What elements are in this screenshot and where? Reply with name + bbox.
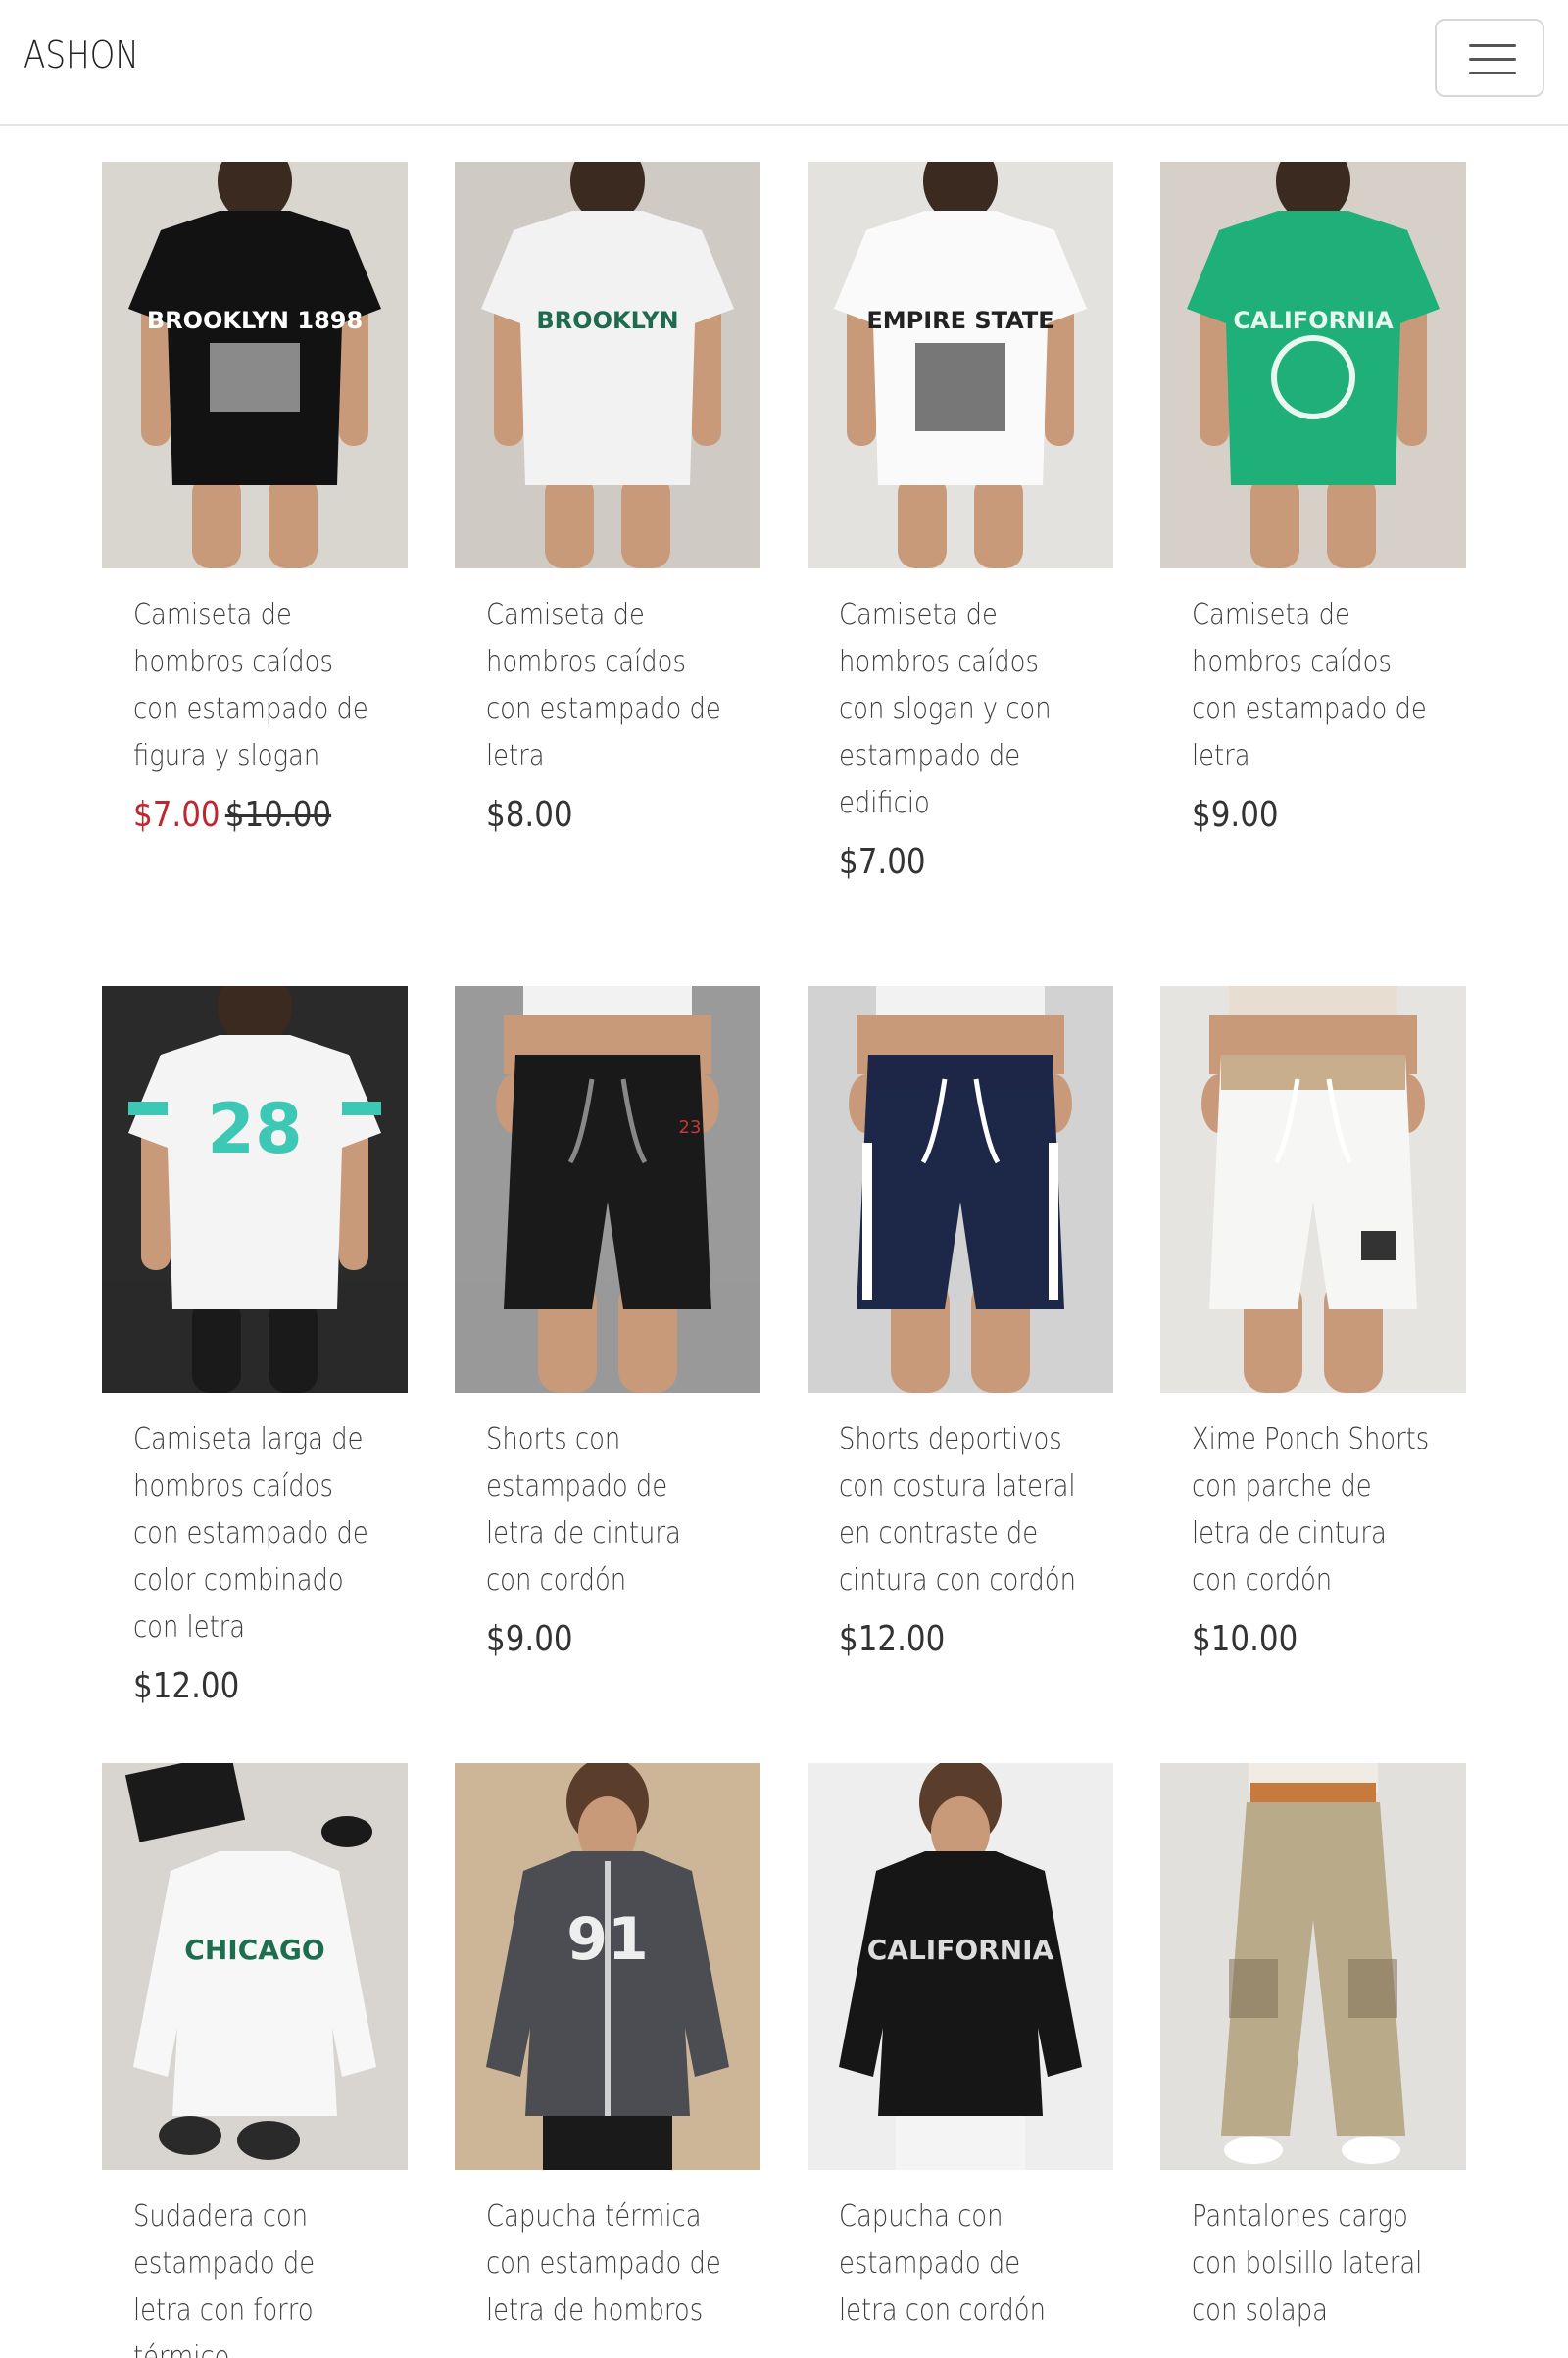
product-image <box>1160 1763 1466 2170</box>
product-image-link[interactable]: CALIFORNIA <box>808 1763 1113 2170</box>
product-title[interactable]: Shorts deportivos con costura lateral en… <box>839 1416 1083 1604</box>
product-price-row: $7.00 <box>839 841 1048 884</box>
product-price-row: $7.00 $10.00 <box>133 794 342 837</box>
product-title[interactable]: Shorts con estampado de letra de cintura… <box>486 1416 730 1604</box>
product-title[interactable]: Camiseta de hombros caídos con estampado… <box>133 592 377 780</box>
svg-text:23: 23 <box>679 1117 702 1138</box>
product-image: 28 <box>102 986 408 1393</box>
product-card[interactable]: 23 Shorts con estampado de letra de cintu… <box>455 986 760 1661</box>
sale-price: $7.00 <box>133 795 220 835</box>
product-image: CALIFORNIA <box>1160 162 1466 568</box>
product-title[interactable]: Camiseta de hombros caídos con estampado… <box>486 592 730 780</box>
product-card[interactable]: CALIFORNIA Camiseta de hombros caídos con… <box>1160 162 1466 837</box>
product-price-row: $12.00 <box>839 1618 1048 1661</box>
svg-text:CALIFORNIA: CALIFORNIA <box>867 1934 1054 1966</box>
svg-text:BROOKLYN 1898: BROOKLYN 1898 <box>147 307 363 334</box>
menu-toggle-button[interactable] <box>1435 19 1544 97</box>
product-price-row: $9.00 <box>1192 794 1400 837</box>
product-card-body: Camiseta de hombros caídos con slogan y … <box>808 568 1113 884</box>
product-card[interactable]: Xime Ponch Shorts con parche de letra de… <box>1160 986 1466 1661</box>
original-price: $10.00 <box>224 795 332 835</box>
product-image-link[interactable]: 23 <box>455 986 760 1393</box>
product-image-link[interactable]: BROOKLYN 1898 <box>102 162 408 568</box>
product-card-body: Capucha con estampado de letra con cordó… <box>808 2170 1113 2334</box>
product-image <box>808 986 1113 1393</box>
product-price-row: $10.00 <box>1192 1618 1400 1661</box>
product-card-body: Camiseta de hombros caídos con estampado… <box>102 568 408 837</box>
product-image-link[interactable] <box>1160 986 1466 1393</box>
svg-text:EMPIRE STATE: EMPIRE STATE <box>866 307 1054 334</box>
svg-text:91: 91 <box>566 1905 649 1974</box>
product-image: BROOKLYN <box>455 162 760 568</box>
brand-logo[interactable]: ASHON <box>24 33 139 76</box>
product-title[interactable]: Camiseta de hombros caídos con slogan y … <box>839 592 1083 827</box>
product-image: CALIFORNIA <box>808 1763 1113 2170</box>
product-title[interactable]: Camiseta de hombros caídos con estampado… <box>1192 592 1436 780</box>
product-image: 23 <box>455 986 760 1393</box>
product-card-body: Camiseta de hombros caídos con estampado… <box>455 568 760 837</box>
product-title[interactable]: Pantalones cargo con bolsillo lateral co… <box>1192 2193 1436 2334</box>
product-image <box>1160 986 1466 1393</box>
svg-text:CHICAGO: CHICAGO <box>184 1934 324 1966</box>
svg-text:28: 28 <box>207 1089 302 1169</box>
product-card-body: Shorts deportivos con costura lateral en… <box>808 1393 1113 1661</box>
product-title[interactable]: Camiseta larga de hombros caídos con est… <box>133 1416 377 1651</box>
product-title[interactable]: Xime Ponch Shorts con parche de letra de… <box>1192 1416 1436 1604</box>
product-price: $12.00 <box>133 1666 240 1706</box>
product-price: $10.00 <box>1192 1619 1298 1659</box>
product-price-row: $9.00 <box>486 1618 695 1661</box>
product-price: $12.00 <box>839 1619 946 1659</box>
product-image: BROOKLYN 1898 <box>102 162 408 568</box>
product-card[interactable]: EMPIRE STATE Camiseta de hombros caídos c… <box>808 162 1113 884</box>
product-image-link[interactable] <box>808 986 1113 1393</box>
product-image-link[interactable]: CALIFORNIA <box>1160 162 1466 568</box>
product-price: $9.00 <box>486 1619 573 1659</box>
product-price: $9.00 <box>1192 795 1279 835</box>
product-card-body: Camiseta de hombros caídos con estampado… <box>1160 568 1466 837</box>
svg-text:CALIFORNIA: CALIFORNIA <box>1233 307 1394 334</box>
product-card[interactable]: CHICAGO Sudadera con estampado de letra c… <box>102 1763 408 2358</box>
product-card[interactable]: Shorts deportivos con costura lateral en… <box>808 986 1113 1661</box>
product-title[interactable]: Sudadera con estampado de letra con forr… <box>133 2193 377 2358</box>
product-image-link[interactable]: EMPIRE STATE <box>808 162 1113 568</box>
product-price: $8.00 <box>486 795 573 835</box>
product-card[interactable]: CALIFORNIA Capucha con estampado de letra… <box>808 1763 1113 2334</box>
product-card[interactable]: 28 Camiseta larga de hombros caídos con e… <box>102 986 408 1708</box>
product-card[interactable]: BROOKLYN 1898 Camiseta de hombros caídos … <box>102 162 408 837</box>
product-title[interactable]: Capucha térmica con estampado de letra d… <box>486 2193 730 2334</box>
product-image: CHICAGO <box>102 1763 408 2170</box>
product-card-body: Sudadera con estampado de letra con forr… <box>102 2170 408 2358</box>
product-card-body: Pantalones cargo con bolsillo lateral co… <box>1160 2170 1466 2334</box>
svg-text:BROOKLYN: BROOKLYN <box>536 307 678 334</box>
product-image-link[interactable]: 28 <box>102 986 408 1393</box>
product-price: $7.00 <box>839 842 926 882</box>
product-image: 91 <box>455 1763 760 2170</box>
product-price-row: $12.00 <box>133 1665 342 1708</box>
product-image: EMPIRE STATE <box>808 162 1113 568</box>
top-navbar: ASHON <box>0 0 1568 126</box>
product-card[interactable]: BROOKLYN Camiseta de hombros caídos con e… <box>455 162 760 837</box>
product-card-body: Shorts con estampado de letra de cintura… <box>455 1393 760 1661</box>
product-card-body: Xime Ponch Shorts con parche de letra de… <box>1160 1393 1466 1661</box>
product-card-body: Capucha térmica con estampado de letra d… <box>455 2170 760 2334</box>
product-title[interactable]: Capucha con estampado de letra con cordó… <box>839 2193 1083 2334</box>
product-image-link[interactable] <box>1160 1763 1466 2170</box>
product-image-link[interactable]: BROOKLYN <box>455 162 760 568</box>
product-image-link[interactable]: 91 <box>455 1763 760 2170</box>
product-card-body: Camiseta larga de hombros caídos con est… <box>102 1393 408 1708</box>
product-card[interactable]: 91 Capucha térmica con estampado de letra… <box>455 1763 760 2334</box>
product-image-link[interactable]: CHICAGO <box>102 1763 408 2170</box>
product-card[interactable]: Pantalones cargo con bolsillo lateral co… <box>1160 1763 1466 2334</box>
product-price-row: $8.00 <box>486 794 695 837</box>
